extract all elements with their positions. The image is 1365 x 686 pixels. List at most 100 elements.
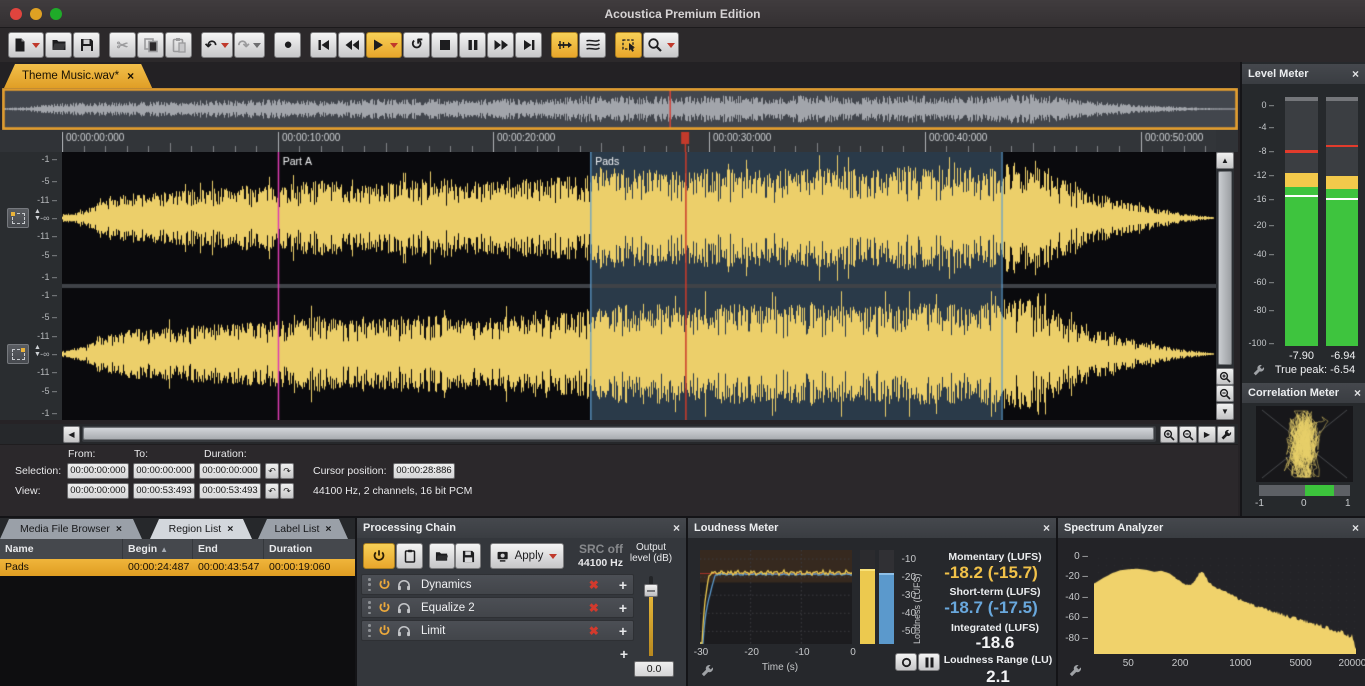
- chain-open-button[interactable]: [429, 543, 455, 569]
- drag-handle-icon[interactable]: [368, 578, 372, 591]
- delete-icon[interactable]: ✖: [589, 601, 599, 615]
- output-level-value[interactable]: 0.0: [634, 661, 674, 677]
- overview-waveform[interactable]: [2, 88, 1238, 130]
- tab-close-icon[interactable]: ×: [325, 523, 331, 535]
- loudness-meter-close-icon[interactable]: ×: [1043, 521, 1050, 535]
- selection-to-field[interactable]: 00:00:00:000: [133, 463, 195, 479]
- chain-save-button[interactable]: [455, 543, 481, 569]
- level-meter-settings-icon[interactable]: [1252, 364, 1265, 377]
- chain-item-dynamics[interactable]: Dynamics✖+: [361, 574, 634, 595]
- open-file-button[interactable]: [45, 32, 72, 58]
- delete-icon[interactable]: ✖: [589, 578, 599, 592]
- loudness-settings-icon[interactable]: [700, 664, 714, 678]
- power-icon[interactable]: [378, 624, 391, 637]
- power-icon[interactable]: [378, 601, 391, 614]
- maximize-window-button[interactable]: [50, 8, 62, 20]
- vertical-zoom-out-button[interactable]: [1216, 385, 1234, 402]
- scrub-button[interactable]: [551, 32, 578, 58]
- close-window-button[interactable]: [10, 8, 22, 20]
- horizontal-scroll-thumb[interactable]: [83, 427, 1154, 440]
- cursor-position-field[interactable]: 00:00:28:886: [393, 463, 455, 479]
- correlation-meter-close-icon[interactable]: ×: [1354, 386, 1361, 400]
- cut-button[interactable]: ✂: [109, 32, 136, 58]
- save-file-button[interactable]: [73, 32, 100, 58]
- power-icon[interactable]: [378, 578, 391, 591]
- loudness-pause-button[interactable]: [918, 653, 940, 671]
- column-end[interactable]: End: [193, 539, 264, 559]
- column-begin[interactable]: Begin ▲: [123, 539, 193, 559]
- fast-forward-button[interactable]: [487, 32, 514, 58]
- rewind-button[interactable]: [338, 32, 365, 58]
- chain-item-limit[interactable]: Limit✖+: [361, 620, 634, 641]
- go-to-start-button[interactable]: [310, 32, 337, 58]
- selection-tool-button[interactable]: [615, 32, 642, 58]
- channel-1-select-button[interactable]: [7, 208, 29, 228]
- region-row-pads[interactable]: Pads 00:00:24:487 00:00:43:547 00:00:19:…: [0, 559, 355, 576]
- loudness-reset-button[interactable]: [895, 653, 917, 671]
- pause-button[interactable]: [459, 32, 486, 58]
- headphones-icon[interactable]: [397, 625, 411, 637]
- dropdown-caret-icon[interactable]: [390, 43, 398, 48]
- tab-media-file-browser[interactable]: Media File Browser×: [0, 519, 142, 539]
- tab-close-icon[interactable]: ×: [116, 523, 122, 535]
- delete-icon[interactable]: ✖: [589, 624, 599, 638]
- tab-region-list[interactable]: Region List×: [150, 519, 252, 539]
- headphones-icon[interactable]: [397, 602, 411, 614]
- tab-label-list[interactable]: Label List×: [258, 519, 348, 539]
- redo-button[interactable]: ↷: [234, 32, 266, 58]
- spectrum-settings-icon[interactable]: [1068, 664, 1082, 678]
- view-from-field[interactable]: 00:00:00:000: [67, 483, 129, 499]
- headphones-icon[interactable]: [397, 579, 411, 591]
- zoom-tool-button[interactable]: [643, 32, 679, 58]
- dropdown-caret-icon[interactable]: [253, 43, 261, 48]
- selection-from-field[interactable]: 00:00:00:000: [67, 463, 129, 479]
- tab-close-icon[interactable]: ×: [127, 69, 134, 83]
- timeline-ruler[interactable]: [62, 130, 1216, 152]
- view-to-field[interactable]: 00:00:53:493: [133, 483, 195, 499]
- play-button[interactable]: [366, 32, 402, 58]
- chain-clipboard-button[interactable]: [396, 543, 423, 569]
- chain-enable-button[interactable]: [363, 543, 395, 569]
- copy-button[interactable]: [137, 32, 164, 58]
- add-icon[interactable]: +: [619, 623, 627, 639]
- vertical-zoom-in-button[interactable]: [1216, 368, 1234, 385]
- new-file-button[interactable]: [8, 32, 44, 58]
- fader-thumb[interactable]: [644, 584, 658, 597]
- horizontal-scrollbar[interactable]: [82, 426, 1156, 442]
- view-redo-button[interactable]: ↷: [280, 483, 294, 499]
- scroll-up-button[interactable]: ▲: [1216, 152, 1234, 169]
- column-duration[interactable]: Duration: [264, 539, 355, 559]
- minimize-window-button[interactable]: [30, 8, 42, 20]
- channel-2-select-button[interactable]: [7, 344, 29, 364]
- vertical-scroll-thumb[interactable]: [1218, 171, 1232, 365]
- selection-duration-field[interactable]: 00:00:00:000: [199, 463, 261, 479]
- view-settings-button[interactable]: [1217, 426, 1235, 443]
- view-undo-button[interactable]: ↶: [265, 483, 279, 499]
- level-meter-close-icon[interactable]: ×: [1352, 67, 1359, 81]
- selection-redo-button[interactable]: ↷: [280, 463, 294, 479]
- dropdown-caret-icon[interactable]: [32, 43, 40, 48]
- dropdown-caret-icon[interactable]: [221, 43, 229, 48]
- undo-button[interactable]: ↶: [201, 32, 233, 58]
- scroll-left-button[interactable]: ◀: [63, 426, 80, 443]
- drag-handle-icon[interactable]: [368, 601, 372, 614]
- go-to-end-button[interactable]: [515, 32, 542, 58]
- horizontal-zoom-out-button[interactable]: [1179, 426, 1197, 443]
- scroll-right-button[interactable]: ▶: [1198, 426, 1216, 443]
- add-icon[interactable]: +: [620, 646, 628, 662]
- drag-handle-icon[interactable]: [368, 624, 372, 637]
- column-name[interactable]: Name: [0, 539, 123, 559]
- paste-button[interactable]: [165, 32, 192, 58]
- mix-view-button[interactable]: [579, 32, 606, 58]
- scroll-down-button[interactable]: ▼: [1216, 403, 1234, 420]
- chain-apply-button[interactable]: Apply: [490, 543, 564, 569]
- processing-chain-close-icon[interactable]: ×: [673, 521, 680, 535]
- horizontal-zoom-in-button[interactable]: [1160, 426, 1178, 443]
- view-duration-field[interactable]: 00:00:53:493: [199, 483, 261, 499]
- spectrum-close-icon[interactable]: ×: [1352, 521, 1359, 535]
- tab-close-icon[interactable]: ×: [227, 523, 233, 535]
- loop-button[interactable]: ↺: [403, 32, 430, 58]
- record-button[interactable]: ●: [274, 32, 301, 58]
- selection-undo-button[interactable]: ↶: [265, 463, 279, 479]
- dropdown-caret-icon[interactable]: [667, 43, 675, 48]
